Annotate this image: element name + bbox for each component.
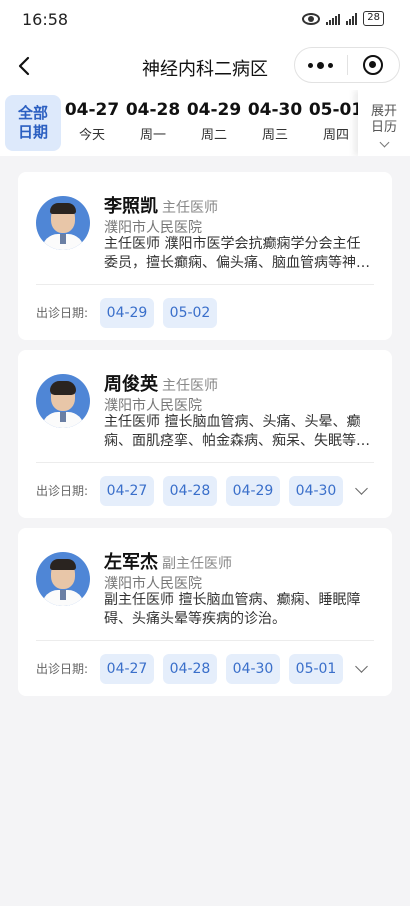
status-bar: 16:58 28 <box>0 0 410 42</box>
doctor-title: 主任医师 <box>162 378 218 394</box>
date-tab-weekday: 周三 <box>261 128 288 143</box>
all-dates-label-2: 日期 <box>17 123 48 141</box>
date-tab[interactable]: 04-27 今天 <box>61 100 123 143</box>
doctor-name: 李照凯 <box>104 196 158 217</box>
card-divider <box>36 462 374 463</box>
visit-date-chip[interactable]: 04-27 <box>100 476 154 506</box>
doctor-name-row: 李照凯 主任医师 <box>104 192 218 218</box>
close-target-button[interactable] <box>347 48 399 82</box>
date-tab-date: 04-28 <box>125 100 181 120</box>
status-time: 16:58 <box>22 10 69 29</box>
signal-icon <box>326 13 341 25</box>
target-icon <box>363 55 384 75</box>
all-dates-tab[interactable]: 全部 日期 <box>5 95 61 151</box>
visit-date-label: 出诊日期: <box>36 306 89 320</box>
visit-date-chip[interactable]: 04-30 <box>226 654 280 684</box>
date-tab-date: 04-29 <box>186 100 242 120</box>
doctor-card[interactable]: 周俊英 主任医师 濮阳市人民医院 主任医师 擅长脑血管病、头痛、头晕、癫痫、面肌痉… <box>18 350 392 518</box>
date-tab[interactable]: 04-30 周三 <box>244 100 306 143</box>
doctor-name-row: 左军杰 副主任医师 <box>104 548 232 574</box>
doctor-avatar <box>36 374 90 428</box>
doctor-description: 主任医师 濮阳市医学会抗癫痫学分会主任委员，擅长癫痫、偏头痛、脑血管病等神经内科… <box>104 236 370 271</box>
expand-calendar-button[interactable]: 展开 日历 <box>358 90 410 156</box>
battery-icon: 28 <box>363 11 384 26</box>
chevron-down-icon <box>379 137 389 148</box>
all-dates-label: 全部 <box>17 104 48 122</box>
doctor-avatar <box>36 196 90 250</box>
visit-date-label: 出诊日期: <box>36 662 89 676</box>
doctor-name-row: 周俊英 主任医师 <box>104 370 218 396</box>
date-tab-weekday: 今天 <box>78 128 105 143</box>
expand-label: 展开 <box>370 104 397 119</box>
card-divider <box>36 284 374 285</box>
visit-date-chip[interactable]: 05-02 <box>163 298 217 328</box>
doctor-description: 主任医师 擅长脑血管病、头痛、头晕、癫痫、面肌痉挛、帕金森病、痴呆、失眠等疾病的… <box>104 414 370 449</box>
visit-date-chip[interactable]: 04-28 <box>163 654 217 684</box>
mini-program-capsule <box>294 47 400 83</box>
visit-date-chip[interactable]: 04-29 <box>100 298 154 328</box>
status-icons: 28 <box>302 11 384 26</box>
doctor-name: 周俊英 <box>104 374 158 395</box>
visit-date-chip[interactable]: 04-27 <box>100 654 154 684</box>
visit-date-chip[interactable]: 04-30 <box>289 476 343 506</box>
doctor-card[interactable]: 李照凯 主任医师 濮阳市人民医院 主任医师 濮阳市医学会抗癫痫学分会主任委员，擅长… <box>18 172 392 340</box>
date-tab-weekday: 周二 <box>200 128 227 143</box>
visit-date-chip[interactable]: 04-28 <box>163 476 217 506</box>
nav-bar: 神经内科二病区 <box>0 42 410 90</box>
expand-label-2: 日历 <box>370 120 397 135</box>
doctor-name: 左军杰 <box>104 552 158 573</box>
date-selector: 全部 日期 04-27 今天 04-28 周一 04-29 周二 04-30 周… <box>0 90 410 156</box>
date-tab[interactable]: 04-28 周一 <box>122 100 184 143</box>
doctor-hospital: 濮阳市人民医院 <box>104 398 202 414</box>
doctor-title: 主任医师 <box>162 200 218 216</box>
date-tab-date: 04-30 <box>247 100 303 120</box>
doctor-hospital: 濮阳市人民医院 <box>104 220 202 236</box>
date-tab[interactable]: 04-29 周二 <box>183 100 245 143</box>
doctor-card[interactable]: 左军杰 副主任医师 濮阳市人民医院 副主任医师 擅长脑血管病、癫痫、睡眠障碍、头痛… <box>18 528 392 696</box>
visit-date-chip[interactable]: 04-29 <box>226 476 280 506</box>
doctor-hospital: 濮阳市人民医院 <box>104 576 202 592</box>
doctor-title: 副主任医师 <box>162 556 232 572</box>
date-tab-weekday: 周一 <box>139 128 166 143</box>
card-divider <box>36 640 374 641</box>
eye-icon <box>302 12 321 25</box>
chevron-down-icon[interactable] <box>355 482 368 495</box>
date-tab-date: 04-27 <box>64 100 120 120</box>
visit-date-chip[interactable]: 05-01 <box>289 654 343 684</box>
signal-icon-2 <box>346 12 358 25</box>
visit-date-label: 出诊日期: <box>36 484 89 498</box>
doctor-description: 副主任医师 擅长脑血管病、癫痫、睡眠障碍、头痛头晕等疾病的诊治。 <box>104 592 361 627</box>
chevron-down-icon[interactable] <box>355 660 368 673</box>
more-dots-icon[interactable] <box>295 48 347 82</box>
doctor-avatar <box>36 552 90 606</box>
